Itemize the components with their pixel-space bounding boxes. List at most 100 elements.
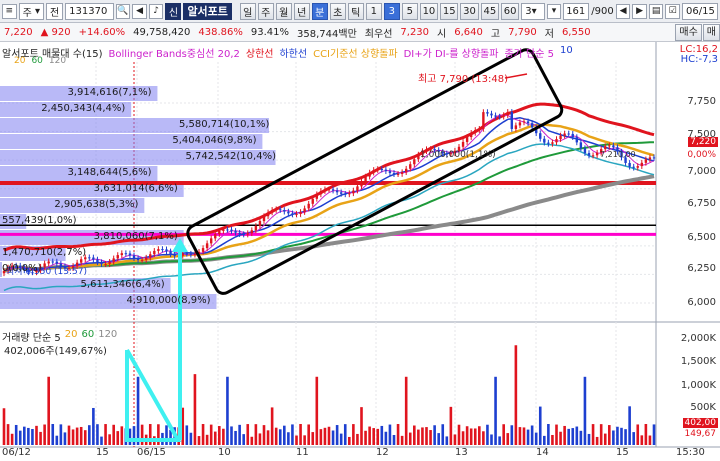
candle-body <box>575 137 579 143</box>
price-change-pct: +14.60% <box>78 26 126 38</box>
candle-body <box>644 159 648 163</box>
period-minute-button[interactable]: 분 <box>311 2 328 20</box>
interval-5-button[interactable]: 5 <box>401 2 418 20</box>
volume-bar <box>465 426 469 445</box>
candle-body <box>214 233 217 239</box>
candle-body <box>636 166 639 168</box>
candle-body <box>51 261 54 263</box>
market-select[interactable]: 주 ▾ <box>18 2 44 20</box>
volume-bar <box>39 431 42 445</box>
date-axis-label: 15:30 <box>676 447 705 458</box>
date-input[interactable]: 06/15 <box>682 2 718 20</box>
interval-3-button[interactable]: 3 <box>383 2 400 20</box>
candle-body <box>299 212 302 215</box>
candle-body <box>279 209 282 211</box>
volume-bar <box>583 376 587 445</box>
volume-bar <box>258 433 262 445</box>
volume-bar <box>478 426 481 445</box>
volume-profile-label: 2,450,343(4,4%) <box>41 103 126 114</box>
period-year-button[interactable]: 년 <box>293 2 310 20</box>
dropdown-icon[interactable]: ▾ <box>546 3 562 19</box>
menu-icon[interactable]: ≡ <box>2 3 17 19</box>
fixed-price-label: 7,210,00 <box>600 150 636 159</box>
price-axis-label: 6,500 <box>687 232 716 243</box>
price-change: ▲ 920 <box>40 26 71 38</box>
volume-bar <box>18 430 22 445</box>
quote-bar: 7,220 ▲ 920 +14.60% 49,758,420 438.86% 9… <box>0 23 720 42</box>
count-select[interactable]: 3 ▾ <box>521 2 545 20</box>
volume-bar <box>473 428 477 445</box>
candle-body <box>283 210 286 212</box>
scroll-left-icon[interactable]: ◀ <box>615 3 631 19</box>
save-icon[interactable]: ▤ <box>648 3 664 19</box>
volume-bar <box>55 435 59 445</box>
search-icon[interactable]: 🔍 <box>115 3 131 19</box>
interval-60-button[interactable]: 60 <box>500 2 520 20</box>
volume-bar <box>628 406 631 445</box>
interval-15-button[interactable]: 15 <box>440 2 459 20</box>
volume-bar <box>262 425 266 445</box>
candle-body <box>242 234 245 236</box>
candle-body <box>469 132 473 138</box>
count-input[interactable]: 161 <box>563 2 590 20</box>
volume-bar <box>652 424 656 445</box>
date-axis-label: 11 <box>296 447 309 458</box>
volume-axis-label: 1,500K <box>680 356 716 367</box>
volume-bar <box>360 407 363 445</box>
stock-code-input[interactable]: 131370 <box>65 2 114 20</box>
hc-label: HC:-7,3 <box>680 54 718 65</box>
turnover-ratio: 93.41% <box>250 26 290 38</box>
candle-body <box>226 229 229 231</box>
prev-arrow-icon[interactable]: ◀ <box>132 3 147 19</box>
volume-bar <box>400 435 404 445</box>
candle-body <box>344 193 347 195</box>
candle-body <box>640 162 644 167</box>
speaker-icon[interactable]: ♪ <box>148 3 164 19</box>
volume-bar <box>490 434 493 445</box>
volume-bar <box>352 424 355 445</box>
open-label: 시 <box>437 28 447 40</box>
candle-body <box>413 159 416 165</box>
candle-body <box>112 258 115 262</box>
volume-bar <box>413 425 416 445</box>
volume-bar <box>364 430 367 445</box>
scroll-right-icon[interactable]: ▶ <box>632 3 647 19</box>
volume-bar <box>518 427 522 445</box>
period-second-button[interactable]: 초 <box>329 2 346 20</box>
period-week-button[interactable]: 주 <box>257 2 274 20</box>
period-month-button[interactable]: 월 <box>275 2 292 20</box>
volume-bar <box>522 427 526 445</box>
candle-body <box>559 135 562 140</box>
candle-body <box>579 142 583 149</box>
date-checkbox[interactable]: ☑ <box>665 3 680 19</box>
candle-body <box>368 172 371 177</box>
candle-body <box>173 254 176 256</box>
volume-bar <box>63 432 67 445</box>
code-type-select[interactable]: 전 <box>45 2 64 20</box>
best-ask: 7,230 <box>400 26 430 38</box>
volume-profile-label: 4,910,000(8,9%) <box>126 295 211 306</box>
volume-bar <box>356 433 359 445</box>
buy-button[interactable]: 매수 <box>675 24 702 41</box>
volume-bar <box>315 376 319 445</box>
candle-body <box>108 261 111 265</box>
interval-1-button[interactable]: 1 <box>365 2 382 20</box>
price-axis-label: 6,750 <box>687 198 716 209</box>
price-axis-label: 6,250 <box>687 263 716 274</box>
period-tick-button[interactable]: 틱 <box>347 2 364 20</box>
volume-bar <box>108 434 111 445</box>
interval-10-button[interactable]: 10 <box>419 2 439 20</box>
candle-body <box>132 255 136 259</box>
date-axis-label: 10 <box>218 447 231 458</box>
volume-bar <box>27 427 30 445</box>
sell-button[interactable]: 매 <box>702 24 720 41</box>
candle-body <box>539 133 542 139</box>
legend-upper: 상한선 <box>245 49 274 60</box>
interval-30-button[interactable]: 30 <box>460 2 479 20</box>
volume-bar <box>14 424 18 445</box>
candle-body <box>352 190 355 194</box>
period-day-button[interactable]: 일 <box>239 2 256 20</box>
trade-volume: 49,758,420 <box>133 26 191 38</box>
interval-45-button[interactable]: 45 <box>480 2 499 20</box>
candle-body <box>376 169 379 171</box>
